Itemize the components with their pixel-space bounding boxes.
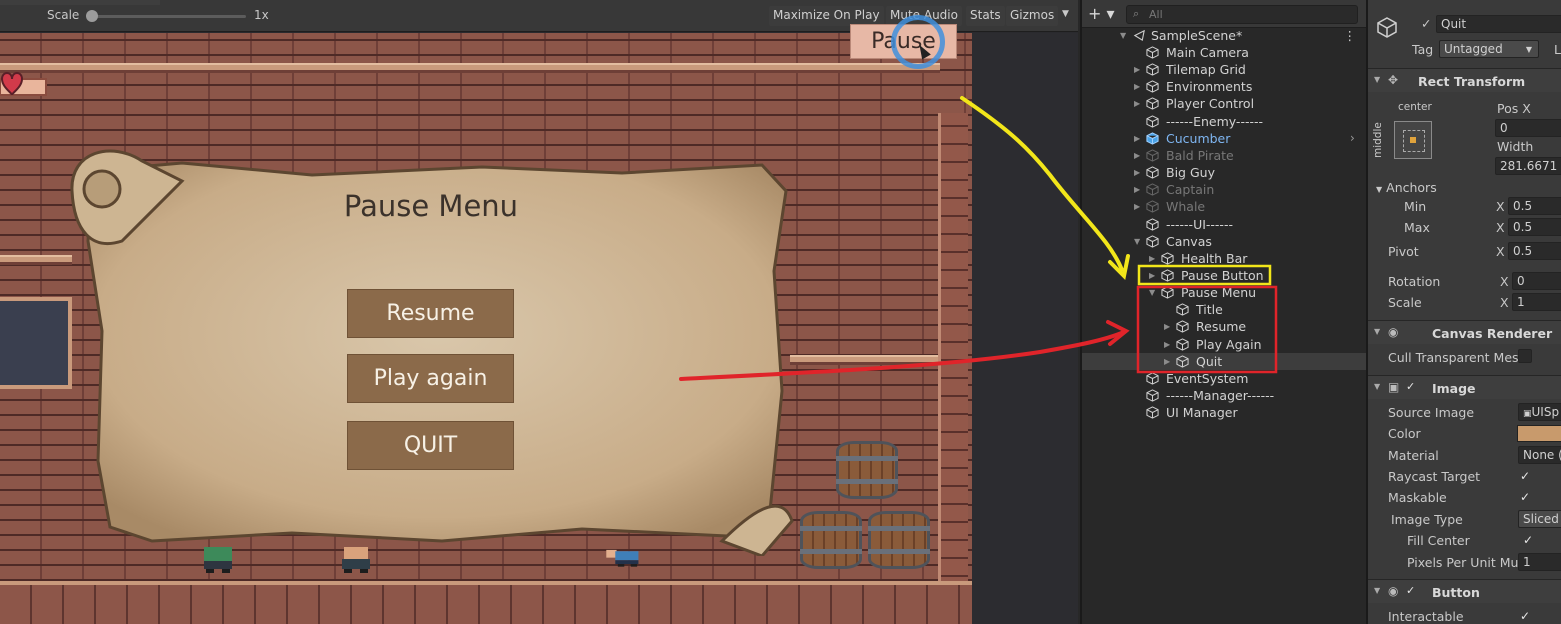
highlight-box-yellow xyxy=(1137,264,1272,286)
arrow-red xyxy=(679,330,1126,381)
highlight-box-red xyxy=(1136,285,1278,374)
annotation-overlay xyxy=(679,96,1278,381)
arrow-yellow xyxy=(960,96,1124,272)
unity-editor: Scale 1x Maximize On Play Mute Audio Sta… xyxy=(0,0,1561,624)
